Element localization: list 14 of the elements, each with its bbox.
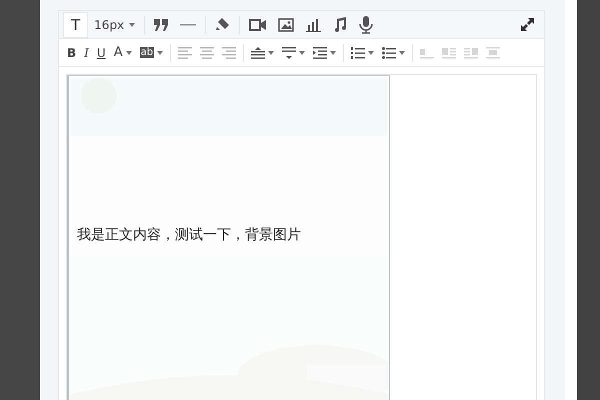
underline-button[interactable]: U xyxy=(92,40,110,64)
ordered-list-icon xyxy=(351,46,366,58)
spacing-icon xyxy=(282,46,296,58)
editor-content-area[interactable]: 我是正文内容，测试一下，背景图片 xyxy=(66,74,537,400)
unordered-list-icon xyxy=(382,46,396,58)
back-color-button[interactable]: ab xyxy=(136,40,168,64)
indent-icon xyxy=(313,46,328,58)
body-text: 我是正文内容，测试一下，背景图片 xyxy=(77,226,301,244)
font-size-button[interactable]: 16px xyxy=(88,12,142,36)
bold-button[interactable]: B xyxy=(63,40,80,64)
line-height-icon xyxy=(251,46,266,58)
paragraph-button[interactable]: T xyxy=(63,12,88,38)
font-color-button[interactable]: A xyxy=(110,40,136,64)
italic-button[interactable]: I xyxy=(80,40,93,64)
